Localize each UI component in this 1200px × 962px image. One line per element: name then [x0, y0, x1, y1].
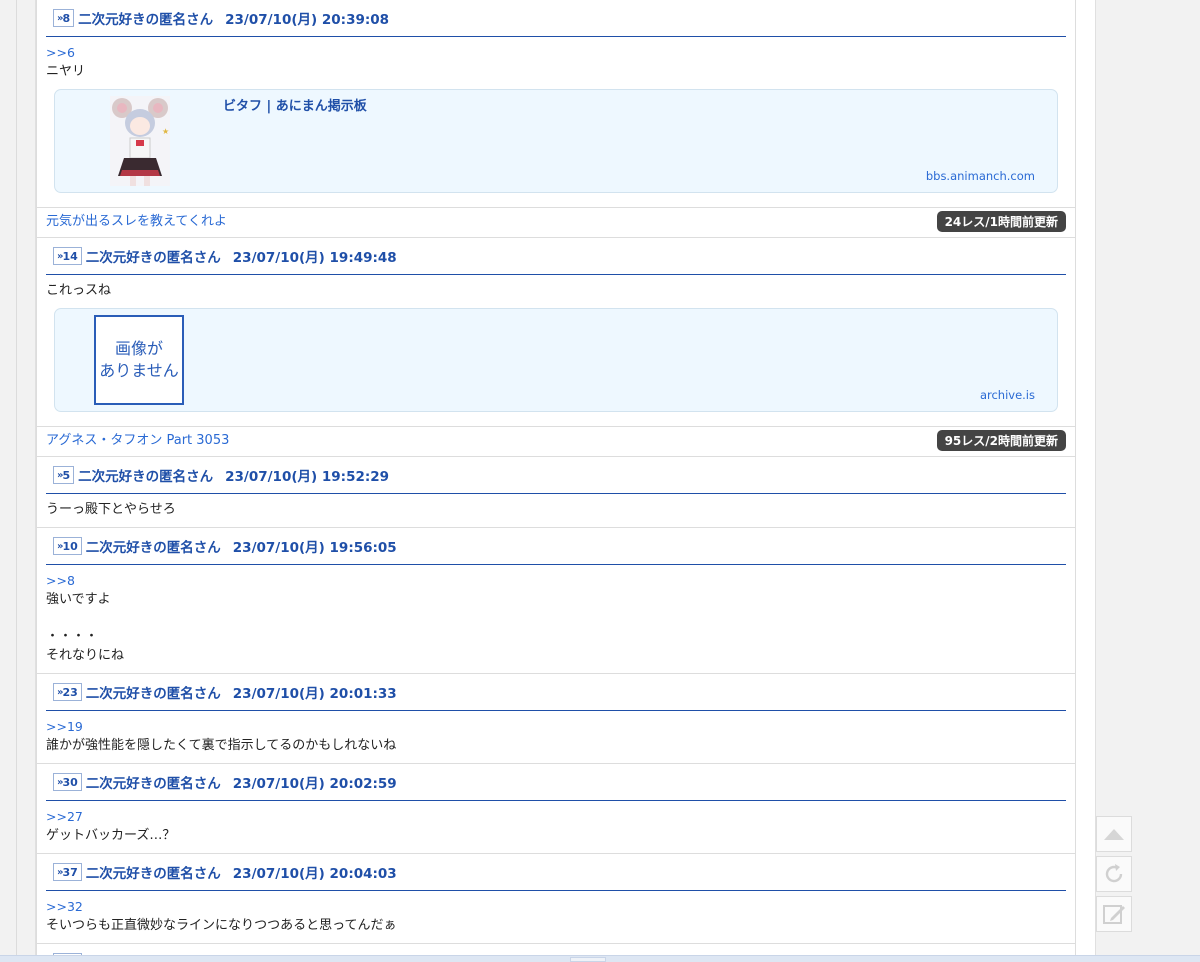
bottom-scrollbar[interactable]	[0, 955, 1200, 962]
double-chevron-icon: »	[57, 776, 64, 788]
related-thread[interactable]: 元気が出るスレを教えてくれよ 24レス/1時間前更新	[37, 208, 1075, 238]
post-header: » 5 二次元好きの匿名さん 23/07/10(月) 19:52:29	[46, 457, 1066, 494]
post: » 23 二次元好きの匿名さん 23/07/10(月) 20:01:33 >>19…	[37, 674, 1075, 764]
poster-name: 二次元好きの匿名さん	[85, 686, 221, 702]
reload-icon	[1105, 864, 1123, 883]
reply-anchor-link[interactable]: >>27	[46, 807, 1066, 826]
scroll-top-button[interactable]	[1096, 816, 1132, 852]
post-body: >>19 誰かが強性能を隠したくて裏で指示してるのかもしれないね	[46, 711, 1066, 755]
related-thread-badge: 24レス/1時間前更新	[936, 211, 1066, 232]
link-preview-card[interactable]: 画像が ありません archive.is	[54, 308, 1058, 412]
no-image-text: 画像が ありません	[99, 339, 179, 380]
post-body: これっスね	[46, 275, 1066, 300]
pencil-icon	[1103, 905, 1125, 924]
reply-anchor-link[interactable]: >>19	[46, 717, 1066, 736]
preview-domain: archive.is	[979, 388, 1035, 402]
post-header: » 37 二次元好きの匿名さん 23/07/10(月) 20:04:03	[46, 854, 1066, 891]
thread-column: » 8 二次元好きの匿名さん 23/07/10(月) 20:39:08 >>6 ニ…	[36, 0, 1076, 962]
scrollbar-thumb[interactable]	[570, 957, 606, 962]
post-text-line: ゲットバッカーズ…？	[46, 828, 176, 843]
poster-name: 二次元好きの匿名さん	[85, 250, 221, 266]
post-body: >>32 そいつらも正直微妙なラインになりつつあると思ってんだぁ	[46, 891, 1066, 935]
post: » 37 二次元好きの匿名さん 23/07/10(月) 20:04:03 >>32…	[37, 854, 1075, 944]
poster-name: 二次元好きの匿名さん	[78, 469, 214, 485]
double-chevron-icon: »	[57, 250, 64, 262]
post-number-button[interactable]: » 5	[53, 466, 75, 484]
double-chevron-icon: »	[57, 686, 64, 698]
post-body: >>8 強いですよ ・・・・ それなりにね	[46, 565, 1066, 665]
post-text-line: うーっ殿下とやらせろ	[46, 502, 176, 517]
related-thread-title[interactable]: 元気が出るスレを教えてくれよ	[46, 210, 227, 229]
related-thread-title[interactable]: アグネス・タフオン Part 3053	[46, 429, 229, 448]
post-header: » 23 二次元好きの匿名さん 23/07/10(月) 20:01:33	[46, 674, 1066, 711]
related-thread-badge: 95レス/2時間前更新	[936, 430, 1066, 451]
post-header: » 30 二次元好きの匿名さん 23/07/10(月) 20:02:59	[46, 764, 1066, 801]
post-text-line: 強いですよ	[46, 592, 111, 607]
post-number-button[interactable]: » 14	[53, 247, 82, 265]
preview-title: ビタフ | あにまん掲示板	[223, 99, 367, 114]
post-body: うーっ殿下とやらせろ	[46, 494, 1066, 519]
poster-name: 二次元好きの匿名さん	[85, 776, 221, 792]
post-header: » 8 二次元好きの匿名さん 23/07/10(月) 20:39:08	[46, 0, 1066, 37]
post-date: 23/07/10(月) 20:04:03	[232, 866, 397, 882]
reply-anchor-link[interactable]: >>8	[46, 571, 1066, 590]
post-body: >>27 ゲットバッカーズ…？	[46, 801, 1066, 845]
post-header: » 10 二次元好きの匿名さん 23/07/10(月) 19:56:05	[46, 528, 1066, 565]
post-text-line: それなりにね	[46, 648, 125, 663]
post-number-button[interactable]: » 10	[53, 537, 82, 555]
post: » 30 二次元好きの匿名さん 23/07/10(月) 20:02:59 >>27…	[37, 764, 1075, 854]
svg-text:★: ★	[162, 127, 169, 136]
post: » 10 二次元好きの匿名さん 23/07/10(月) 19:56:05 >>8 …	[37, 528, 1075, 674]
thumbnail-image: ★	[110, 96, 170, 186]
post: » 14 二次元好きの匿名さん 23/07/10(月) 19:49:48 これっス…	[37, 238, 1075, 427]
post-date: 23/07/10(月) 19:49:48	[232, 250, 397, 266]
post: » 5 二次元好きの匿名さん 23/07/10(月) 19:52:29 うーっ殿下…	[37, 457, 1075, 528]
post-date: 23/07/10(月) 19:52:29	[225, 469, 390, 485]
post-text-line: ニヤリ	[46, 64, 86, 79]
reload-button[interactable]	[1096, 856, 1132, 892]
link-preview-card[interactable]: ★ ビタフ | あにまん掲示板 bbs.animanch.com	[54, 89, 1058, 193]
post-number-button[interactable]: » 37	[53, 863, 82, 881]
post-date: 23/07/10(月) 20:01:33	[232, 686, 397, 702]
post-header: » 14 二次元好きの匿名さん 23/07/10(月) 19:49:48	[46, 238, 1066, 275]
post-number-button[interactable]: » 23	[53, 683, 82, 701]
post-body: >>6 ニヤリ	[46, 37, 1066, 81]
poster-name: 二次元好きの匿名さん	[85, 540, 221, 556]
post: » 8 二次元好きの匿名さん 23/07/10(月) 20:39:08 >>6 ニ…	[37, 0, 1075, 208]
post-text-line: これっスね	[46, 283, 112, 298]
left-gutter	[0, 0, 36, 962]
post-text-line: そいつらも正直微妙なラインになりつつあると思ってんだぁ	[46, 918, 397, 933]
poster-name: 二次元好きの匿名さん	[78, 12, 214, 28]
post-text-line: ・・・・	[46, 629, 99, 644]
no-image-placeholder: 画像が ありません	[94, 315, 184, 405]
reply-anchor-link[interactable]: >>32	[46, 897, 1066, 916]
post-number-button[interactable]: » 8	[53, 9, 75, 27]
reply-anchor-link[interactable]: >>6	[46, 43, 1066, 62]
post-date: 23/07/10(月) 19:56:05	[232, 540, 397, 556]
double-chevron-icon: »	[57, 540, 64, 552]
double-chevron-icon: »	[57, 12, 64, 24]
post-text-line: 誰かが強性能を隠したくて裏で指示してるのかもしれないね	[46, 738, 397, 753]
compose-button[interactable]	[1096, 896, 1132, 932]
post-number-button[interactable]: » 30	[53, 773, 82, 791]
post-date: 23/07/10(月) 20:39:08	[225, 12, 390, 28]
preview-domain: bbs.animanch.com	[925, 169, 1035, 183]
triangle-up-icon	[1104, 829, 1124, 840]
related-thread[interactable]: アグネス・タフオン Part 3053 95レス/2時間前更新	[37, 427, 1075, 457]
double-chevron-icon: »	[57, 469, 64, 481]
double-chevron-icon: »	[57, 866, 64, 878]
poster-name: 二次元好きの匿名さん	[85, 866, 221, 882]
post-date: 23/07/10(月) 20:02:59	[232, 776, 397, 792]
